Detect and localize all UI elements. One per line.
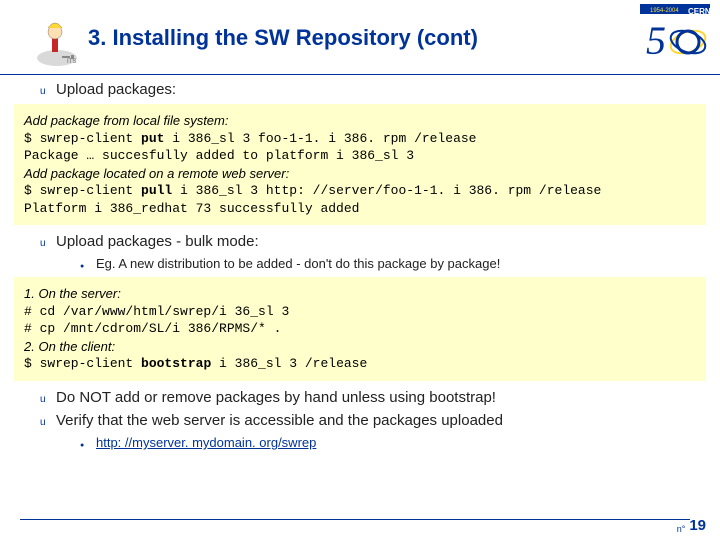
bullet-mark: u bbox=[40, 417, 56, 428]
code-block-1: Add package from local file system: $ sw… bbox=[14, 104, 706, 225]
bullet-text: Upload packages: bbox=[56, 81, 176, 98]
code-line: # cd /var/www/html/swrep/i 36_sl 3 bbox=[24, 303, 696, 321]
bullet-text: Upload packages - bulk mode: bbox=[56, 233, 259, 250]
svg-text:1954-2004: 1954-2004 bbox=[650, 8, 679, 14]
code-line: 1. On the server: bbox=[24, 285, 696, 303]
bullet-mark: u bbox=[40, 238, 56, 249]
code-line: Package … succesfully added to platform … bbox=[24, 147, 696, 165]
code-block-2: 1. On the server: # cd /var/www/html/swr… bbox=[14, 277, 706, 381]
sub-bullet-link: ● http: //myserver. mydomain. org/swrep bbox=[80, 435, 700, 450]
code-line: $ swrep-client bootstrap i 386_sl 3 /rel… bbox=[24, 355, 696, 373]
code-line: $ swrep-client pull i 386_sl 3 http: //s… bbox=[24, 182, 696, 200]
sub-bullet-mark: ● bbox=[80, 442, 96, 449]
svg-text:ITS: ITS bbox=[67, 59, 76, 65]
bullet-donot: u Do NOT add or remove packages by hand … bbox=[40, 389, 700, 406]
page-title: 3. Installing the SW Repository (cont) bbox=[88, 25, 708, 51]
bullet-upload: u Upload packages: bbox=[40, 81, 700, 98]
page-no-label: n° bbox=[677, 524, 686, 534]
code-line: # cp /mnt/cdrom/SL/i 386/RPMS/* . bbox=[24, 320, 696, 338]
page-footer: n° 19 bbox=[677, 517, 706, 534]
footer-divider bbox=[20, 519, 690, 520]
svg-text:CERN: CERN bbox=[688, 7, 710, 16]
sub-bullet-text: Eg. A new distribution to be added - don… bbox=[96, 256, 500, 271]
bullet-verify: u Verify that the web server is accessib… bbox=[40, 412, 700, 429]
code-line: Add package from local file system: bbox=[24, 112, 696, 130]
page-number: 19 bbox=[689, 517, 706, 534]
svg-text:5: 5 bbox=[646, 18, 666, 63]
bullet-text: Do NOT add or remove packages by hand un… bbox=[56, 389, 496, 406]
code-line: Platform i 386_redhat 73 successfully ad… bbox=[24, 200, 696, 218]
code-line: Add package located on a remote web serv… bbox=[24, 165, 696, 183]
code-line: $ swrep-client put i 386_sl 3 foo-1-1. i… bbox=[24, 130, 696, 148]
header-divider bbox=[0, 74, 720, 75]
bullet-mark: u bbox=[40, 394, 56, 405]
cern-50-logo: 1954-2004 CERN 5 bbox=[640, 4, 710, 66]
sub-bullet-mark: ● bbox=[80, 263, 96, 270]
bullet-bulk: u Upload packages - bulk mode: bbox=[40, 233, 700, 250]
bullet-mark: u bbox=[40, 86, 56, 97]
swrep-link[interactable]: http: //myserver. mydomain. org/swrep bbox=[96, 435, 316, 450]
code-line: 2. On the client: bbox=[24, 338, 696, 356]
sub-bullet-eg: ● Eg. A new distribution to be added - d… bbox=[80, 256, 700, 271]
bullet-text: Verify that the web server is accessible… bbox=[56, 412, 503, 429]
mascot-icon: ITS bbox=[12, 8, 82, 68]
